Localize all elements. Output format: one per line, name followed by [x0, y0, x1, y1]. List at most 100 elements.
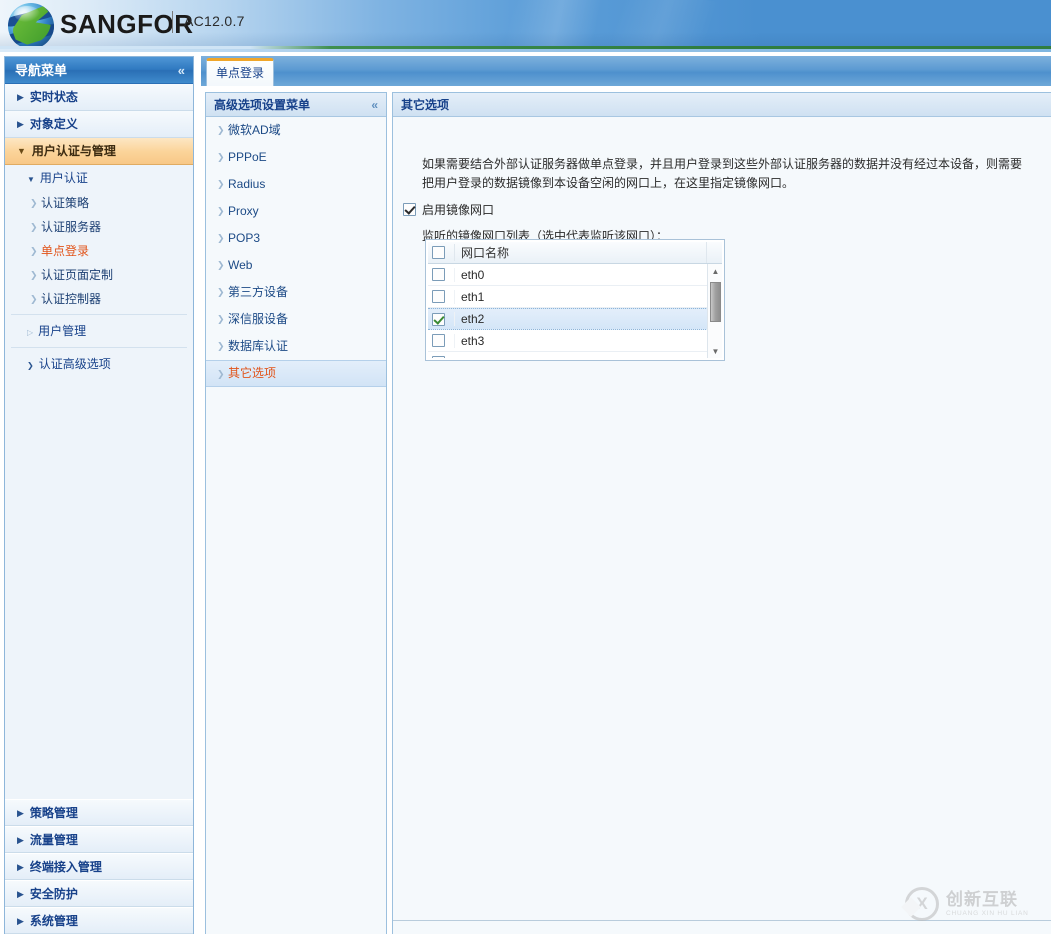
scroll-up-icon[interactable]: ▲	[708, 264, 723, 278]
mirror-port-table: 网口名称 eth0	[425, 239, 725, 361]
nav-item-security-protection[interactable]: ▶安全防护	[5, 880, 193, 907]
row-checkbox-cell[interactable]	[428, 290, 454, 303]
enable-mirror-port-row[interactable]: 启用镜像网口	[403, 201, 494, 218]
chevron-right-icon: ❯	[217, 117, 225, 144]
triangle-right-icon: ▶	[17, 84, 24, 111]
submenu-item-third-party-device[interactable]: ❯第三方设备	[206, 279, 386, 306]
table-row[interactable]: eth3	[428, 330, 722, 352]
nav-item-label: 实时状态	[30, 90, 78, 104]
nav-leaf-label: 单点登录	[41, 244, 89, 258]
cx-circle-logo	[905, 887, 939, 921]
row-checkbox[interactable]	[432, 356, 445, 358]
submenu-item-pppoe[interactable]: ❯PPPoE	[206, 144, 386, 171]
chevron-right-icon: ❯	[217, 198, 225, 225]
submenu-item-label: PPPoE	[228, 150, 267, 164]
chevron-right-icon: ❯	[30, 287, 38, 311]
enable-mirror-port-checkbox[interactable]	[403, 203, 416, 216]
nav-item-object-definition[interactable]: ▶对象定义	[5, 111, 193, 138]
select-all-checkbox[interactable]	[432, 246, 445, 259]
row-checkbox-cell[interactable]	[428, 356, 454, 358]
nav-group-label: 认证高级选项	[39, 357, 111, 371]
table-header-checkbox-cell[interactable]	[428, 246, 454, 259]
submenu-item-web[interactable]: ❯Web	[206, 252, 386, 279]
row-checkbox-cell[interactable]	[428, 313, 454, 326]
submenu-item-label: 第三方设备	[228, 285, 288, 299]
nav-leaf-label: 认证策略	[41, 196, 89, 210]
nav-item-label: 流量管理	[30, 833, 78, 847]
table-row[interactable]: eth0	[428, 264, 722, 286]
nav-leaf-single-sign-on[interactable]: ❯单点登录	[5, 239, 193, 263]
nav-group-label: 用户管理	[38, 324, 86, 338]
column-header-port-name[interactable]: 网口名称	[454, 244, 706, 261]
submenu-item-label: Web	[228, 258, 252, 272]
submenu-item-database-auth[interactable]: ❯数据库认证	[206, 333, 386, 360]
nav-leaf-label: 认证服务器	[41, 220, 101, 234]
scrollbar-thumb[interactable]	[710, 282, 721, 322]
nav-item-label: 系统管理	[30, 914, 78, 928]
nav-item-realtime-status[interactable]: ▶ 实时状态	[5, 84, 193, 111]
nav-group-user-management[interactable]: ▷用户管理	[5, 318, 193, 344]
row-checkbox-cell[interactable]	[428, 268, 454, 281]
chevron-right-icon: ❯	[217, 225, 225, 252]
table-row[interactable]: eth1	[428, 286, 722, 308]
nav-leaf-auth-page-custom[interactable]: ❯认证页面定制	[5, 263, 193, 287]
chevron-right-icon: ❯	[30, 239, 38, 263]
submenu-panel: 高级选项设置菜单 « ❯微软AD域 ❯PPPoE ❯Radius ❯Proxy …	[205, 92, 387, 934]
table-scrollbar[interactable]: ▲ ▼	[707, 264, 722, 358]
submenu-item-label: 数据库认证	[228, 339, 288, 353]
submenu-item-radius[interactable]: ❯Radius	[206, 171, 386, 198]
triangle-right-icon: ▶	[17, 827, 24, 854]
scroll-down-icon[interactable]: ▼	[708, 344, 723, 358]
nav-item-system-management[interactable]: ▶系统管理	[5, 907, 193, 934]
submenu-item-other-options[interactable]: ❯其它选项	[206, 360, 386, 387]
tab-strip: 单点登录	[201, 56, 1051, 86]
nav-leaf-auth-controller[interactable]: ❯认证控制器	[5, 287, 193, 311]
nav-group-label: 用户认证	[40, 171, 88, 185]
tab-single-sign-on[interactable]: 单点登录	[206, 58, 274, 86]
collapse-submenu-icon[interactable]: «	[371, 93, 378, 117]
globe-icon	[8, 3, 54, 49]
row-checkbox[interactable]	[432, 334, 445, 347]
content-panel-title: 其它选项	[393, 93, 1051, 117]
nav-item-label: 终端接入管理	[30, 860, 102, 874]
watermark-cn-label: 创新互联	[946, 891, 1029, 909]
row-checkbox-cell[interactable]	[428, 334, 454, 347]
row-checkbox[interactable]	[432, 290, 445, 303]
chevron-right-icon: ❯	[217, 333, 225, 360]
row-checkbox[interactable]	[432, 313, 445, 326]
chevron-right-icon: ❯	[217, 306, 225, 333]
nav-item-policy-management[interactable]: ▶策略管理	[5, 799, 193, 826]
submenu-item-label: 微软AD域	[228, 123, 281, 137]
watermark-text: 创新互联 CHUANG XIN HU LIAN	[946, 891, 1029, 918]
submenu-item-proxy[interactable]: ❯Proxy	[206, 198, 386, 225]
nav-group-auth-advanced-options[interactable]: ❯认证高级选项	[5, 351, 193, 377]
description-text: 如果需要结合外部认证服务器做单点登录，并且用户登录到这些外部认证服务器的数据并没…	[422, 155, 1032, 193]
submenu-panel-title: 高级选项设置菜单 «	[206, 93, 386, 117]
nav-panel-title: 导航菜单 «	[5, 57, 193, 84]
table-row[interactable]: eth2	[428, 308, 722, 330]
app-root: SANGFOR AC12.0.7 导航菜单 « ▶实时状态 ▶对象定义 ▼用户认…	[0, 0, 1051, 934]
submenu-item-sangfor-device[interactable]: ❯深信服设备	[206, 306, 386, 333]
chevron-right-icon: ❯	[30, 215, 38, 239]
nav-item-endpoint-access-management[interactable]: ▶终端接入管理	[5, 853, 193, 880]
submenu-item-label: 其它选项	[228, 366, 276, 380]
triangle-down-icon: ▼	[17, 138, 26, 165]
row-checkbox[interactable]	[432, 268, 445, 281]
nav-item-user-auth-management[interactable]: ▼用户认证与管理	[5, 138, 193, 165]
nav-item-label: 对象定义	[30, 117, 78, 131]
triangle-right-icon: ▶	[17, 881, 24, 908]
watermark-en-label: CHUANG XIN HU LIAN	[946, 911, 1029, 918]
chevron-right-icon: ❯	[217, 252, 225, 279]
nav-group-user-auth[interactable]: ▼用户认证	[5, 165, 193, 191]
submenu-item-microsoft-ad[interactable]: ❯微软AD域	[206, 117, 386, 144]
table-header-row: 网口名称	[428, 242, 722, 264]
submenu-item-pop3[interactable]: ❯POP3	[206, 225, 386, 252]
version-label: AC12.0.7	[184, 13, 245, 29]
nav-item-traffic-management[interactable]: ▶ 流量管理	[5, 826, 193, 853]
globe-gloss	[14, 6, 40, 22]
nav-leaf-auth-policy[interactable]: ❯认证策略	[5, 191, 193, 215]
table-row-partial[interactable]	[428, 352, 722, 358]
collapse-nav-icon[interactable]: «	[178, 57, 185, 84]
table-header-spacer	[706, 242, 722, 263]
nav-leaf-auth-server[interactable]: ❯认证服务器	[5, 215, 193, 239]
